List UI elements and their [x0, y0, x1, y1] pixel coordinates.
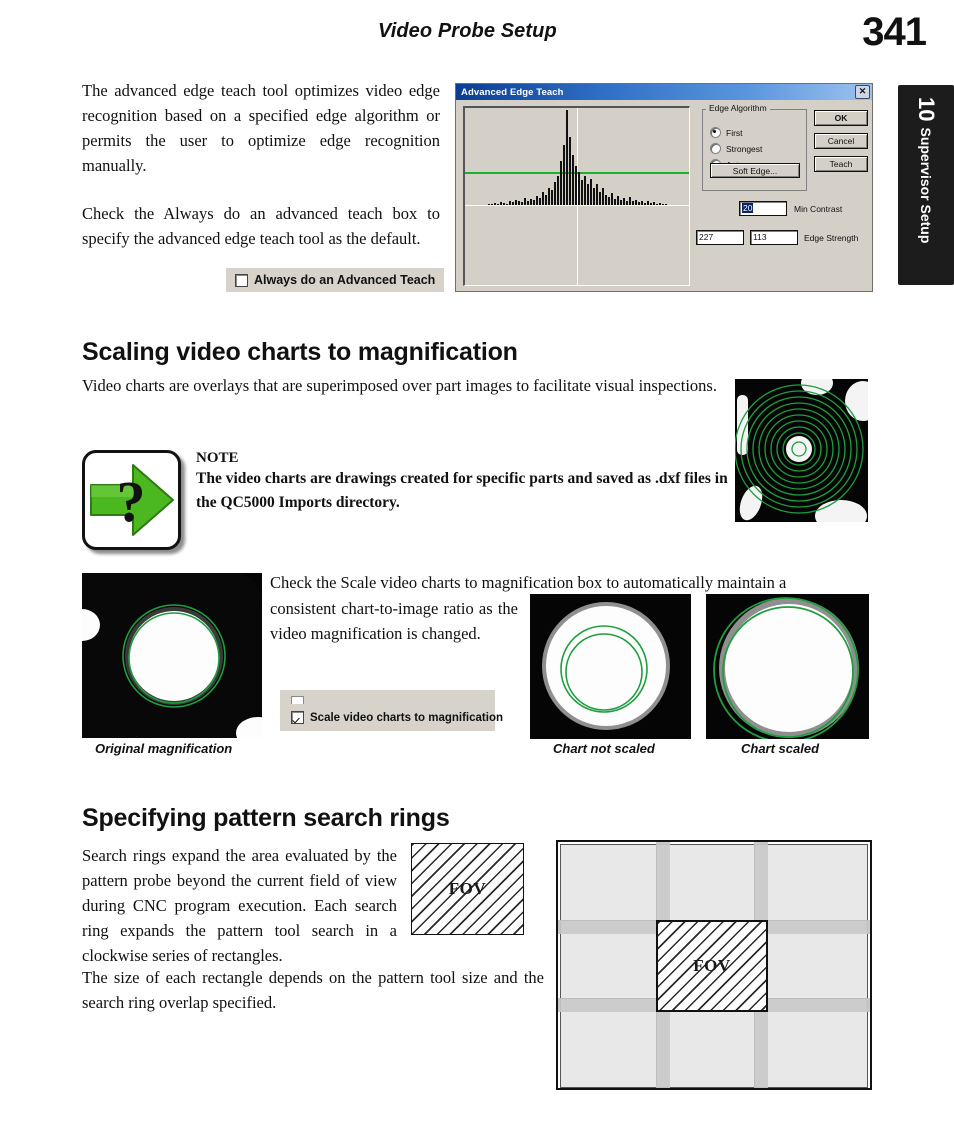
- page-number: 341: [862, 10, 927, 54]
- edge-histogram-panel: [463, 106, 690, 286]
- note-body: The video charts are drawings created fo…: [196, 470, 728, 511]
- scale-paragraph-rest: consistent chart-to-image ratio as the v…: [270, 599, 518, 643]
- caption-chart-scaled: Chart scaled: [741, 741, 820, 756]
- dialog-title-bar[interactable]: Advanced Edge Teach ✕: [456, 84, 872, 100]
- radio-strongest-indicator[interactable]: [710, 143, 721, 154]
- original-magnification-image: [82, 573, 262, 738]
- rings-overlay-svg: [735, 379, 868, 522]
- rings-paragraph-1: Search rings expand the area evaluated b…: [82, 846, 397, 965]
- note-block: NOTE The video charts are drawings creat…: [196, 450, 736, 515]
- ok-button[interactable]: OK: [814, 110, 868, 126]
- fov-center-cell: FOV: [656, 920, 768, 1012]
- chart-not-scaled-image: [530, 594, 691, 739]
- radio-strongest[interactable]: Strongest: [710, 143, 807, 154]
- note-arrow-question-icon: ?: [82, 450, 181, 550]
- scale-paragraph-lead: Check the Scale video charts to magnific…: [270, 573, 787, 592]
- min-contrast-value: 20: [742, 203, 754, 213]
- overlap-tint-left-top: [560, 920, 656, 934]
- dialog-title-text: Advanced Edge Teach: [461, 86, 564, 98]
- document-page: Video Probe Setup 341 10 Supervisor Setu…: [0, 0, 954, 1139]
- scale-charts-strip-partial: [280, 690, 495, 709]
- min-contrast-input[interactable]: 20: [739, 201, 787, 216]
- close-icon[interactable]: ✕: [855, 85, 870, 99]
- section-heading-scaling: Scaling video charts to magnification: [82, 338, 518, 366]
- min-contrast-label: Min Contrast: [794, 204, 843, 214]
- overlap-tint-right-bottom: [768, 998, 868, 1012]
- always-advanced-teach-label: Always do an Advanced Teach: [254, 273, 436, 287]
- overlap-tint-v-upper-right: [754, 844, 768, 920]
- scaling-intro-paragraph: Video charts are overlays that are super…: [82, 376, 717, 395]
- overlap-tint-right-top: [768, 920, 868, 934]
- overlap-tint-v-lower-right: [754, 1012, 768, 1088]
- section-heading-rings: Specifying pattern search rings: [82, 804, 450, 832]
- fov-diagram-label: FOV: [693, 956, 731, 975]
- scale-video-charts-strip[interactable]: Scale video charts to magnification: [280, 704, 503, 731]
- soft-edge-button[interactable]: Soft Edge...: [710, 163, 800, 178]
- radio-first-indicator[interactable]: [710, 127, 721, 138]
- histogram-bars: [465, 108, 689, 206]
- overlap-tint-v-upper-left: [656, 844, 670, 920]
- chapter-number: 10: [914, 97, 939, 122]
- intro-paragraph-2: Check the Always do an advanced teach bo…: [82, 204, 440, 248]
- caption-chart-not-scaled: Chart not scaled: [553, 741, 655, 756]
- intro-paragraph-1: The advanced edge teach tool optimizes v…: [82, 81, 440, 175]
- teach-button[interactable]: Teach: [814, 156, 868, 172]
- radio-strongest-label: Strongest: [726, 143, 763, 154]
- svg-text:?: ?: [117, 469, 146, 534]
- running-header-title: Video Probe Setup: [378, 20, 557, 42]
- video-chart-rings-image: [735, 379, 868, 522]
- overlap-tint-v-lower-left: [656, 1012, 670, 1088]
- overlap-tint-left-bottom: [560, 998, 656, 1012]
- radio-first[interactable]: First: [710, 127, 807, 138]
- always-advanced-teach-checkbox[interactable]: [235, 273, 248, 287]
- chapter-title: Supervisor Setup: [918, 127, 934, 244]
- edge-strength-field-2[interactable]: 113: [750, 230, 798, 245]
- chart-scaled-image: [706, 594, 869, 739]
- fov-inset-label: FOV: [448, 879, 487, 898]
- always-advanced-teach-strip[interactable]: Always do an Advanced Teach: [226, 268, 444, 292]
- caption-original-magnification: Original magnification: [95, 741, 233, 756]
- note-heading: NOTE: [196, 450, 239, 466]
- scale-video-charts-checkbox[interactable]: [291, 711, 304, 724]
- radio-first-label: First: [726, 127, 743, 138]
- edge-strength-field-1[interactable]: 227: [696, 230, 744, 245]
- edge-algorithm-group-label: Edge Algorithm: [706, 103, 770, 113]
- cancel-button[interactable]: Cancel: [814, 133, 868, 149]
- scale-video-charts-label: Scale video charts to magnification: [310, 711, 503, 724]
- fov-inset-box: FOV: [411, 843, 524, 935]
- advanced-edge-teach-dialog: Advanced Edge Teach ✕ Edge Algorithm Fir…: [455, 83, 873, 292]
- edge-strength-label: Edge Strength: [804, 233, 859, 243]
- search-ring-grid-diagram: FOV: [556, 840, 872, 1090]
- rings-paragraph-2: The size of each rectangle depends on th…: [82, 968, 544, 1012]
- chapter-tab: 10 Supervisor Setup: [898, 85, 954, 285]
